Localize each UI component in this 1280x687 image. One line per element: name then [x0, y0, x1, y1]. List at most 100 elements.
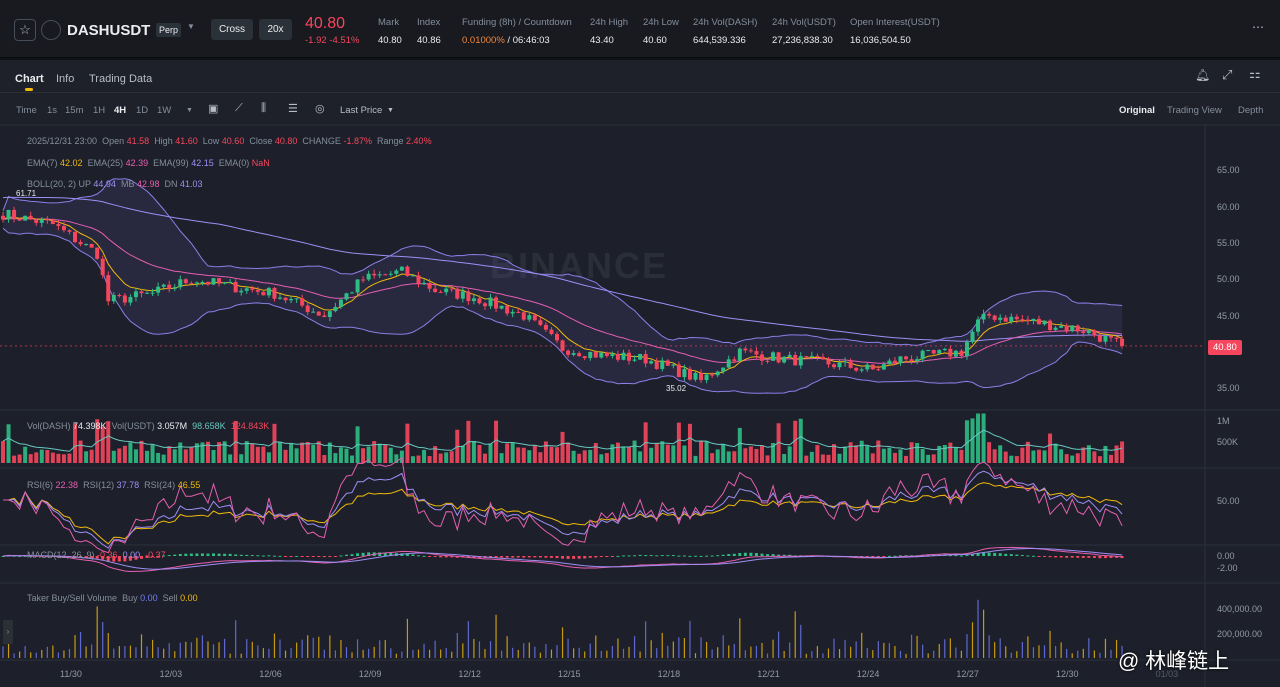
- candle-body: [239, 290, 244, 293]
- candle-body: [1025, 319, 1030, 321]
- taker-volume-bar: [567, 638, 569, 658]
- candle-body: [278, 297, 282, 299]
- volume-bar: [84, 451, 89, 463]
- price-tick: 60.00: [1217, 202, 1240, 212]
- candle-body: [1003, 317, 1008, 322]
- candle-body: [732, 359, 737, 362]
- taker-volume-bar: [423, 643, 425, 658]
- volume-bar: [278, 441, 282, 463]
- candle-body: [776, 352, 781, 363]
- candle-body: [1097, 335, 1102, 342]
- volume-bar: [289, 443, 294, 463]
- taker-volume-bar: [960, 650, 963, 658]
- volume-bar: [615, 442, 620, 463]
- macd-histogram-bar: [710, 555, 714, 557]
- macd-histogram-bar: [732, 553, 736, 556]
- candle-body: [222, 282, 227, 284]
- macd-histogram-bar: [599, 556, 603, 557]
- taker-volume-bar: [1038, 645, 1040, 658]
- candlestick-chart[interactable]: [0, 0, 1280, 687]
- macd-histogram-bar: [605, 556, 609, 557]
- candle-body: [366, 273, 371, 280]
- macd-label: MACD(12, 26, 9): [27, 550, 95, 560]
- candle-body: [543, 324, 548, 330]
- taker-volume-bar: [30, 652, 32, 658]
- macd-histogram-bar: [206, 553, 210, 556]
- macd-histogram-bar: [1004, 553, 1008, 556]
- volume-bar: [865, 445, 870, 463]
- taker-volume-bar: [755, 645, 758, 658]
- candle-body: [737, 348, 742, 362]
- candle-body: [433, 288, 438, 292]
- volume-bar: [887, 447, 892, 463]
- candle-body: [931, 349, 936, 354]
- macd-histogram-bar: [339, 555, 343, 557]
- candle-body: [682, 368, 687, 378]
- taker-volume-bar: [589, 643, 591, 658]
- volume-bar: [56, 453, 61, 463]
- volume-bar: [627, 447, 632, 463]
- volume-bar: [39, 449, 44, 463]
- volume-bar: [682, 445, 687, 463]
- taker-volume-bar: [628, 646, 630, 658]
- macd-histogram-bar: [433, 556, 437, 558]
- macd-histogram-bar: [954, 555, 958, 557]
- volume-bar: [527, 450, 532, 463]
- rsi12-value: 37.78: [116, 480, 140, 490]
- taker-volume-bar: [1055, 646, 1057, 658]
- macd-histogram-bar: [439, 556, 443, 558]
- taker-volume-bar: [661, 632, 663, 658]
- taker-volume-bar: [1110, 649, 1112, 658]
- taker-volume-bar: [600, 650, 602, 658]
- taker-volume-bar: [1082, 648, 1084, 658]
- macd-histogram-bar: [998, 553, 1002, 556]
- candle-body: [416, 275, 421, 284]
- candle-body: [12, 209, 17, 219]
- volume-bar: [721, 443, 726, 463]
- taker-volume-bar: [207, 641, 209, 658]
- time-axis-tick: 11/30: [60, 669, 82, 679]
- macd-histogram-bar: [533, 556, 537, 558]
- volume-bar: [848, 442, 853, 463]
- candle-body: [1120, 338, 1125, 346]
- taker-label: Buy: [122, 593, 138, 603]
- max-price-label: 61.71: [16, 189, 37, 198]
- taker-volume-bar: [744, 650, 746, 658]
- ema25-value: 42.39: [125, 158, 149, 168]
- candle-body: [95, 247, 100, 259]
- taker-volume-bar: [584, 651, 586, 658]
- macd-histogram-bar: [1043, 556, 1047, 557]
- legend-high: 41.60: [175, 136, 198, 146]
- taker-volume-bar: [523, 643, 525, 658]
- time-axis-tick: 12/15: [558, 669, 581, 679]
- volume-bar: [521, 447, 526, 463]
- price-tick: 65.00: [1217, 165, 1240, 175]
- candle-body: [909, 359, 914, 362]
- time-axis-tick: 12/09: [358, 669, 382, 679]
- volume-bar: [499, 453, 504, 463]
- candle-body: [139, 291, 144, 294]
- taker-volume-bar: [622, 648, 625, 658]
- taker-volume-bar: [761, 643, 763, 658]
- macd-histogram-bar: [1054, 556, 1058, 558]
- watermark-text: @ 林峰链上: [1118, 650, 1230, 673]
- collapse-handle[interactable]: ›: [3, 620, 13, 644]
- candle-body: [809, 355, 814, 357]
- macd-histogram-bar: [1009, 554, 1013, 556]
- volume-bar: [859, 440, 864, 463]
- candle-body: [344, 293, 349, 300]
- legend-low: 40.60: [221, 136, 245, 146]
- rsi6-value: 22.38: [55, 480, 79, 490]
- candle-body: [494, 297, 499, 309]
- taker-volume-bar: [1016, 651, 1018, 658]
- macd-histogram-bar: [749, 552, 753, 556]
- candle-body: [726, 359, 731, 368]
- taker-volume-bar: [517, 649, 519, 658]
- macd-histogram-bar: [754, 553, 758, 556]
- volume-bar: [145, 450, 150, 463]
- candle-body: [610, 354, 615, 356]
- taker-volume-bar: [329, 635, 331, 658]
- taker-volume-bar: [678, 637, 680, 658]
- taker-volume-bar: [1060, 642, 1062, 658]
- candle-body: [333, 306, 338, 312]
